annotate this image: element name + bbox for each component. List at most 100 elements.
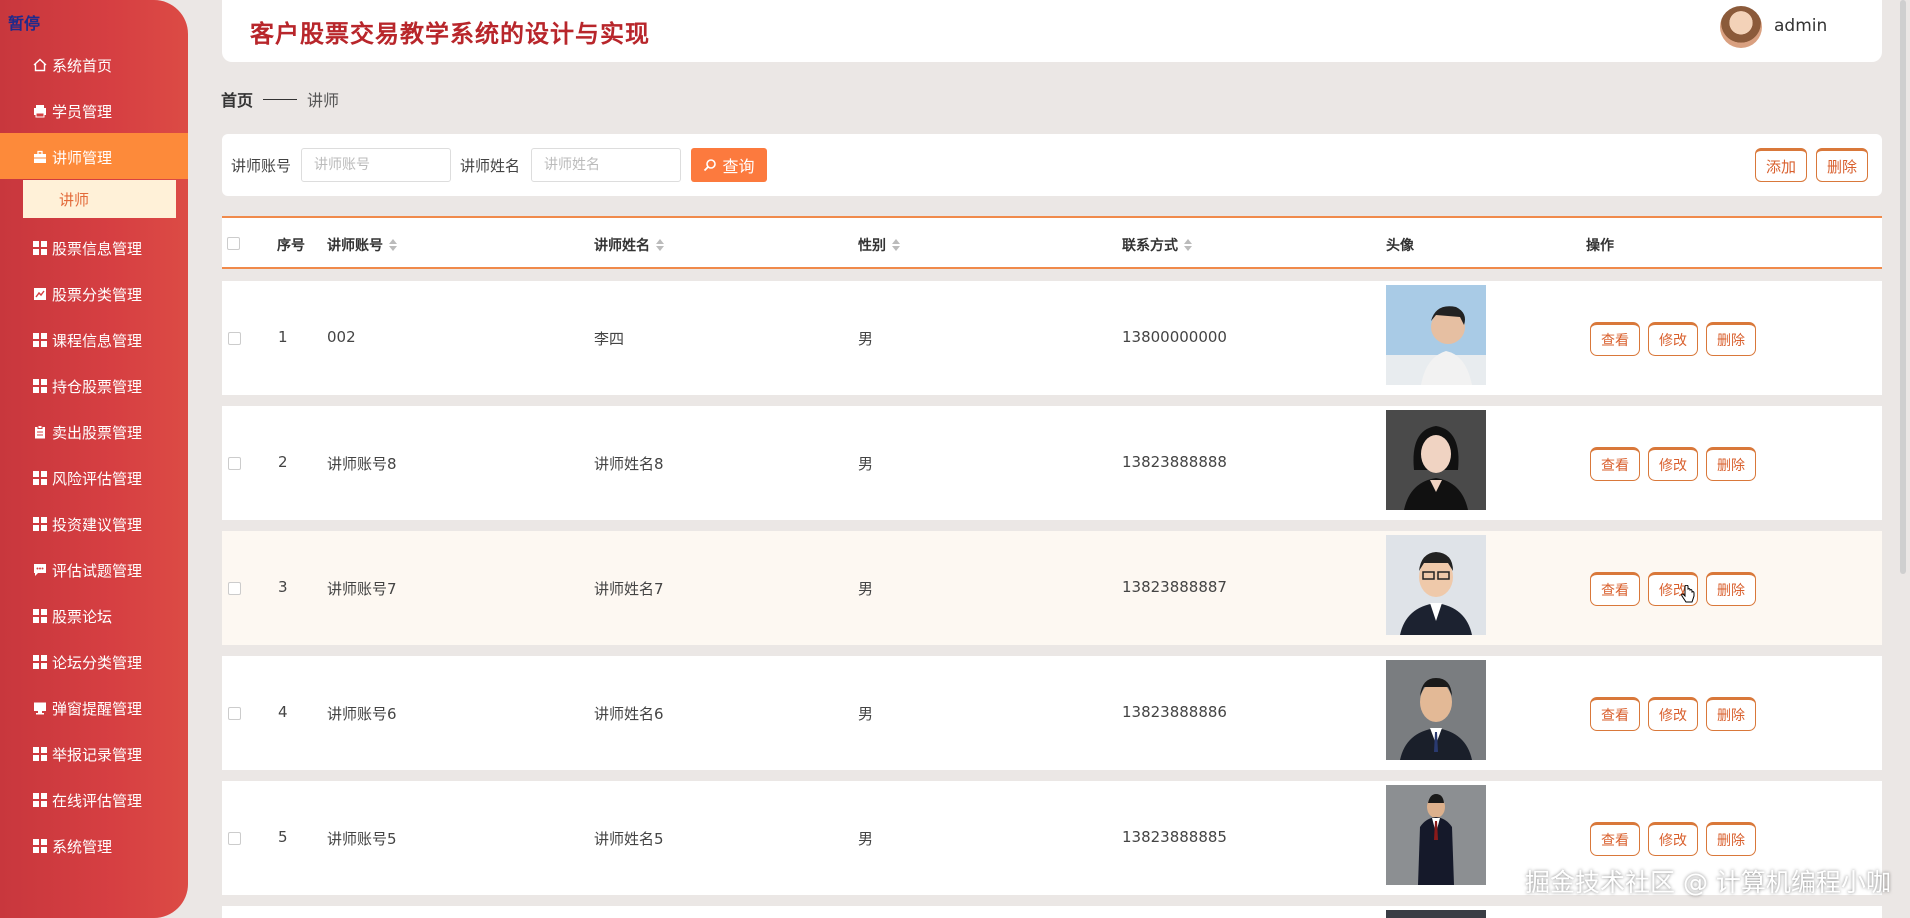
cell-index: 4	[278, 703, 288, 721]
row-checkbox[interactable]	[228, 332, 241, 345]
sidebar-item-popup-reminder[interactable]: 弹窗提醒管理	[32, 696, 142, 720]
sort-icon[interactable]	[389, 239, 397, 251]
table-row: 3 讲师账号7 讲师姓名7 男 13823888887 查看 修改 删除	[222, 531, 1882, 645]
sort-icon[interactable]	[1184, 239, 1192, 251]
cell-contact: 13823888888	[1122, 453, 1227, 471]
sidebar-item-risk-assessment[interactable]: 风险评估管理	[32, 466, 142, 490]
select-all-checkbox[interactable]	[227, 237, 240, 250]
comment-icon	[32, 562, 48, 578]
header-name[interactable]: 讲师姓名	[594, 235, 664, 255]
row-checkbox[interactable]	[228, 707, 241, 720]
username[interactable]: admin	[1774, 16, 1827, 36]
sidebar-item-holdings[interactable]: 持仓股票管理	[32, 374, 142, 398]
header-contact[interactable]: 联系方式	[1122, 235, 1192, 255]
view-button[interactable]: 查看	[1590, 697, 1640, 731]
view-button[interactable]: 查看	[1590, 322, 1640, 356]
home-icon	[32, 57, 48, 73]
add-button[interactable]: 添加	[1755, 148, 1807, 182]
sidebar-item-label: 卖出股票管理	[52, 423, 143, 442]
account-search-input[interactable]: 讲师账号	[301, 148, 451, 182]
pause-label[interactable]: 暂停	[8, 10, 40, 34]
search-bar: 讲师账号 讲师账号 讲师姓名 讲师姓名 查询 添加 删除	[222, 134, 1882, 196]
cell-name: 讲师姓名8	[594, 455, 664, 473]
delete-button[interactable]: 删除	[1706, 322, 1756, 356]
sidebar-item-label: 课程信息管理	[52, 331, 143, 350]
view-button[interactable]: 查看	[1590, 447, 1640, 481]
teacher-photo	[1386, 660, 1486, 760]
grid-icon	[32, 470, 48, 486]
sidebar-item-course-info[interactable]: 课程信息管理	[32, 328, 142, 352]
header-account[interactable]: 讲师账号	[327, 235, 397, 255]
grid-icon	[32, 332, 48, 348]
account-search-label: 讲师账号	[231, 157, 292, 175]
delete-button[interactable]: 删除	[1706, 447, 1756, 481]
cell-contact: 13823888887	[1122, 578, 1227, 596]
search-icon	[703, 158, 717, 172]
query-button[interactable]: 查询	[691, 148, 767, 182]
breadcrumb: 首页 讲师	[221, 87, 339, 111]
sidebar-item-online-assessment[interactable]: 在线评估管理	[32, 788, 142, 812]
breadcrumb-home[interactable]: 首页	[221, 87, 253, 111]
cell-account: 讲师账号6	[327, 705, 397, 723]
sidebar-item-label: 弹窗提醒管理	[52, 699, 143, 718]
row-checkbox[interactable]	[228, 582, 241, 595]
cell-gender: 男	[858, 580, 874, 598]
sidebar-item-label: 系统首页	[52, 56, 113, 75]
sidebar-item-stock-info[interactable]: 股票信息管理	[32, 236, 142, 260]
user-avatar[interactable]	[1720, 6, 1762, 48]
view-button[interactable]: 查看	[1590, 572, 1640, 606]
edit-button[interactable]: 修改	[1648, 822, 1698, 856]
sidebar-item-stock-category[interactable]: 股票分类管理	[32, 282, 142, 306]
name-search-input[interactable]: 讲师姓名	[531, 148, 681, 182]
page-title: 客户股票交易教学系统的设计与实现	[250, 20, 650, 48]
view-button[interactable]: 查看	[1590, 822, 1640, 856]
sidebar-item-label: 股票信息管理	[52, 239, 143, 258]
sidebar-item-sold-stocks[interactable]: 卖出股票管理	[32, 420, 142, 444]
breadcrumb-separator	[263, 98, 298, 100]
edit-button[interactable]: 修改	[1648, 322, 1698, 356]
header-name-label: 讲师姓名	[594, 238, 650, 254]
teacher-photo	[1386, 535, 1486, 635]
delete-button[interactable]: 删除	[1706, 697, 1756, 731]
mouse-cursor-icon	[1680, 584, 1696, 609]
row-checkbox[interactable]	[228, 457, 241, 470]
cell-name: 讲师姓名5	[594, 830, 664, 848]
sidebar-item-students[interactable]: 学员管理	[32, 99, 112, 123]
edit-button[interactable]: 修改	[1648, 697, 1698, 731]
sidebar-item-home[interactable]: 系统首页	[32, 53, 112, 77]
submenu-item-teacher[interactable]: 讲师	[23, 180, 176, 218]
page-scrollbar[interactable]	[1900, 0, 1906, 574]
teacher-photo	[1386, 910, 1486, 918]
sidebar-item-teachers[interactable]: 讲师管理	[32, 145, 112, 169]
delete-button[interactable]: 删除	[1706, 822, 1756, 856]
sidebar-item-label: 风险评估管理	[52, 469, 143, 488]
teacher-photo	[1386, 785, 1486, 885]
sidebar-item-forum[interactable]: 股票论坛	[32, 604, 112, 628]
sort-icon[interactable]	[892, 239, 900, 251]
cell-gender: 男	[858, 455, 874, 473]
header-gender[interactable]: 性别	[858, 235, 900, 255]
sidebar-item-report-records[interactable]: 举报记录管理	[32, 742, 142, 766]
cell-index: 5	[278, 828, 288, 846]
sidebar-item-system[interactable]: 系统管理	[32, 834, 112, 858]
sidebar-item-investment-advice[interactable]: 投资建议管理	[32, 512, 142, 536]
row-checkbox[interactable]	[228, 832, 241, 845]
sidebar-item-label: 投资建议管理	[52, 515, 143, 534]
sort-icon[interactable]	[656, 239, 664, 251]
sidebar-item-assessment-questions[interactable]: 评估试题管理	[32, 558, 142, 582]
sidebar-item-forum-category[interactable]: 论坛分类管理	[32, 650, 142, 674]
query-button-label: 查询	[722, 157, 755, 176]
delete-button[interactable]: 删除	[1706, 572, 1756, 606]
edit-button[interactable]: 修改	[1648, 447, 1698, 481]
header-actions: 操作	[1586, 238, 1614, 254]
teacher-photo	[1386, 410, 1486, 510]
sidebar-item-label: 讲师管理	[52, 148, 113, 167]
batch-delete-button[interactable]: 删除	[1816, 148, 1868, 182]
sidebar-item-label: 举报记录管理	[52, 745, 143, 764]
name-search-label: 讲师姓名	[460, 157, 521, 175]
cell-contact: 13823888885	[1122, 828, 1227, 846]
sidebar-item-label: 论坛分类管理	[52, 653, 143, 672]
sidebar-item-label: 持仓股票管理	[52, 377, 143, 396]
cell-gender: 男	[858, 830, 874, 848]
sidebar-item-label: 股票分类管理	[52, 285, 143, 304]
